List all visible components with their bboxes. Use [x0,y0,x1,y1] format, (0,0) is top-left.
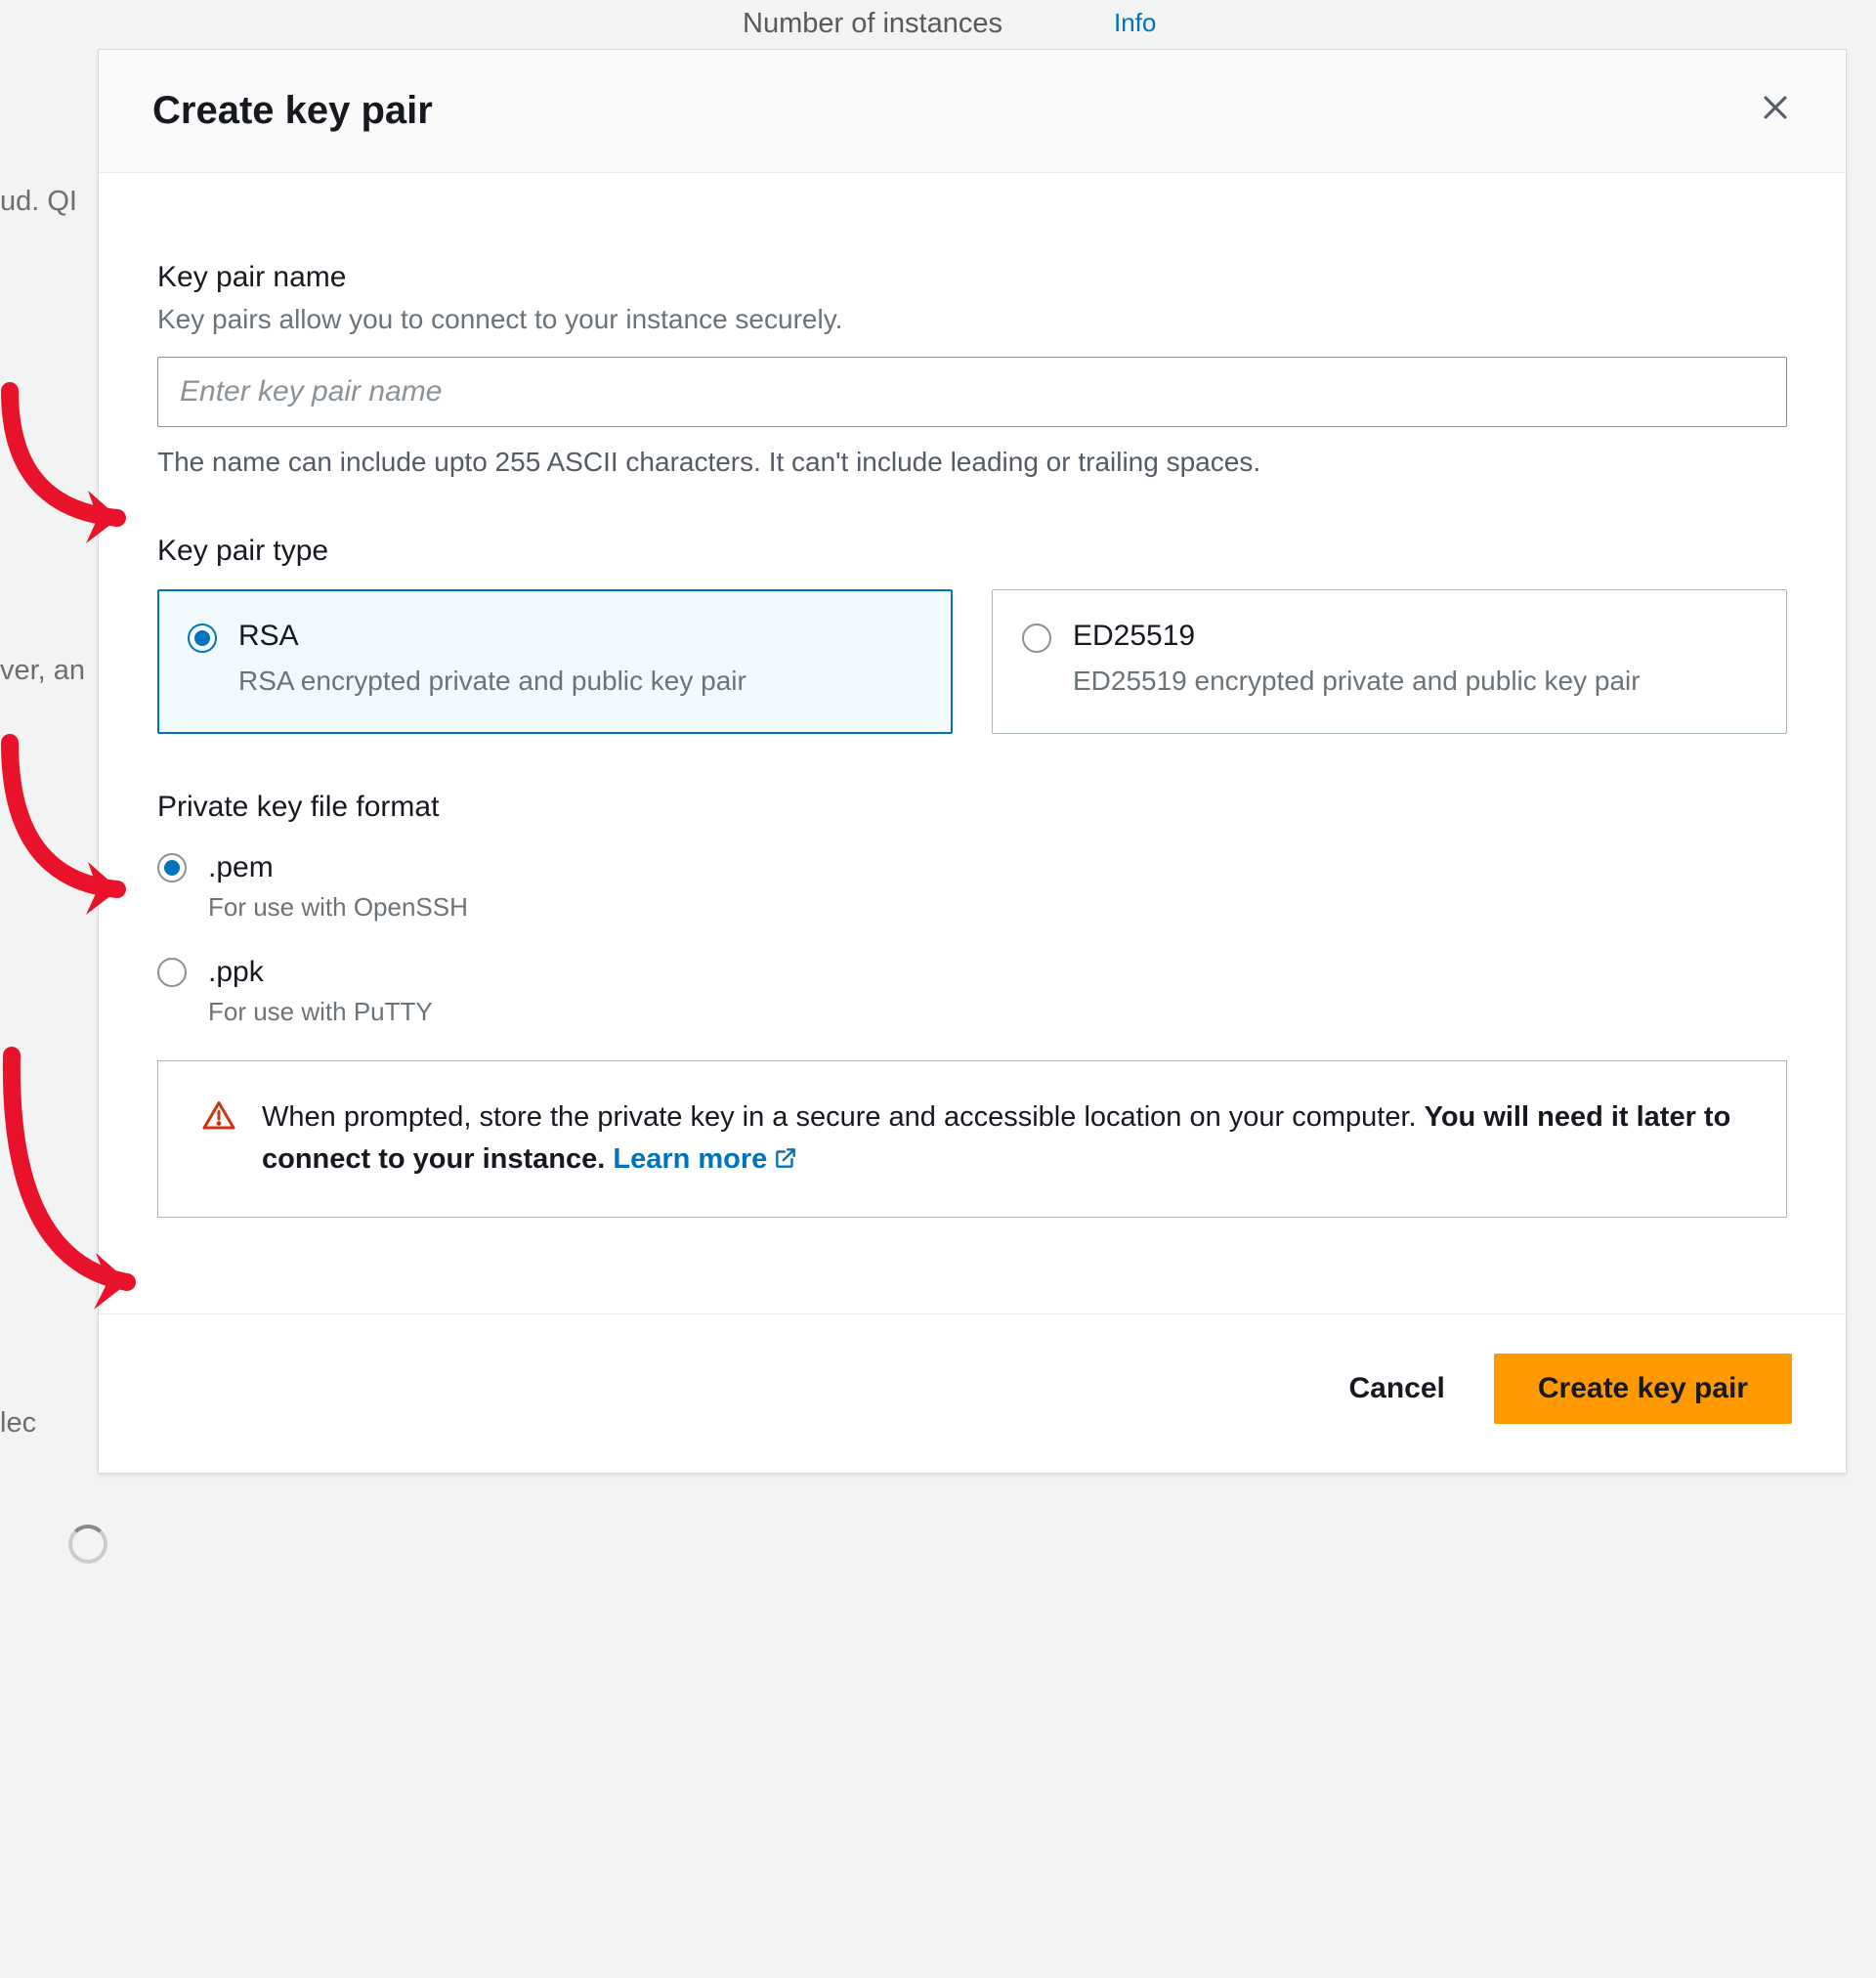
radio-title: .pem [208,851,468,884]
key-pair-name-constraint: The name can include upto 255 ASCII char… [157,447,1787,478]
background-title: Number of instances [743,8,1002,40]
alert-text: When prompted, store the private key in … [262,1096,1743,1182]
alert-box: When prompted, store the private key in … [157,1060,1787,1218]
private-key-format-section: Private key file format .pem For use wit… [157,791,1787,1218]
learn-more-link[interactable]: Learn more [613,1143,798,1175]
spinner-icon [68,1525,107,1564]
modal-header: Create key pair [99,50,1846,173]
modal-footer: Cancel Create key pair [99,1313,1846,1473]
key-pair-type-options: RSA RSA encrypted private and public key… [157,589,1787,734]
radio-desc: ED25519 encrypted private and public key… [1073,663,1757,700]
key-pair-type-ed25519[interactable]: ED25519 ED25519 encrypted private and pu… [992,589,1787,734]
radio-icon [1022,624,1051,653]
create-key-pair-modal: Create key pair Key pair name Key pairs … [98,49,1847,1474]
modal-body: Key pair name Key pairs allow you to con… [99,173,1846,1313]
key-pair-name-input[interactable] [157,357,1787,427]
radio-title: ED25519 [1073,620,1757,653]
key-pair-type-label: Key pair type [157,535,1787,568]
radio-icon [157,958,187,987]
key-pair-name-section: Key pair name Key pairs allow you to con… [157,261,1787,478]
private-key-format-label: Private key file format [157,791,1787,824]
modal-title: Create key pair [152,89,433,133]
key-pair-name-help: Key pairs allow you to connect to your i… [157,304,1787,335]
radio-title: RSA [238,620,922,653]
close-icon[interactable] [1759,91,1792,131]
background-info-link: Info [1114,8,1156,38]
alert-text-before: When prompted, store the private key in … [262,1101,1425,1133]
background-text-ver: ver, an [0,655,85,687]
radio-desc: RSA encrypted private and public key pai… [238,663,922,700]
format-pem[interactable]: .pem For use with OpenSSH [157,851,1787,923]
cancel-button[interactable]: Cancel [1339,1358,1454,1419]
radio-icon [157,853,187,882]
background-text-ud: ud. QI [0,186,77,218]
key-pair-type-rsa[interactable]: RSA RSA encrypted private and public key… [157,589,953,734]
radio-title: .ppk [208,956,433,989]
radio-desc: For use with PuTTY [208,997,433,1027]
key-pair-type-section: Key pair type RSA RSA encrypted private … [157,535,1787,734]
background-text-lec: lec [0,1407,36,1440]
external-link-icon [773,1141,798,1167]
radio-icon [188,624,217,653]
key-pair-name-label: Key pair name [157,261,1787,294]
create-key-pair-button[interactable]: Create key pair [1494,1354,1792,1424]
warning-icon [201,1098,236,1134]
format-ppk[interactable]: .ppk For use with PuTTY [157,956,1787,1027]
radio-desc: For use with OpenSSH [208,892,468,923]
